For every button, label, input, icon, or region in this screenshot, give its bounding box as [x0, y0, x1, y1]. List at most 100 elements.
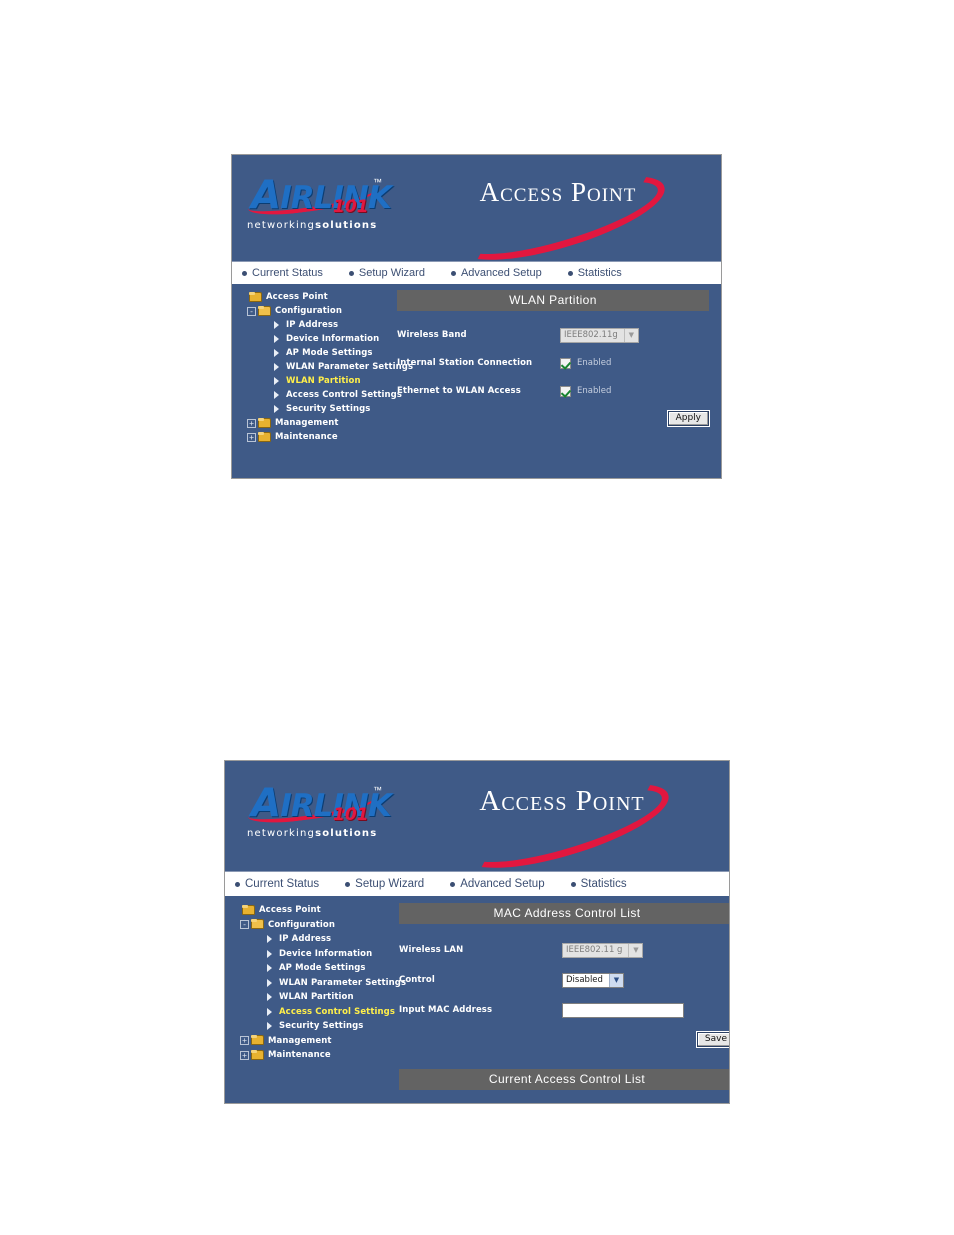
page-arrow-icon: [273, 390, 282, 400]
logo-text: AIRLINK: [251, 781, 392, 826]
ethernet-wlan-checkbox[interactable]: [560, 385, 571, 397]
nav-item-statistics[interactable]: Statistics: [570, 878, 627, 890]
form-row-input-mac: Input MAC Address: [399, 1002, 729, 1018]
nav-label: Setup Wizard: [355, 878, 425, 890]
sidebar-item-ip-address[interactable]: IP Address: [236, 318, 395, 332]
sidebar-item-wlan-partition[interactable]: WLAN Partition: [236, 374, 395, 388]
internal-station-checkbox-row: Enabled: [560, 357, 611, 369]
internal-station-checkbox[interactable]: [560, 357, 571, 369]
sidebar-item-wlan-partition[interactable]: WLAN Partition: [229, 990, 397, 1005]
airlink-logo: AIRLINK ™ 101 networkingsolutions: [245, 779, 407, 839]
collapse-icon[interactable]: -: [240, 920, 249, 930]
sidebar-item-wlan-parameter-settings[interactable]: WLAN Parameter Settings: [229, 976, 406, 991]
nav-item-current-status[interactable]: Current Status: [242, 267, 323, 279]
sidebar-item-ap-mode-settings[interactable]: AP Mode Settings: [229, 961, 397, 976]
nav-item-advanced-setup[interactable]: Advanced Setup: [450, 267, 542, 279]
acl-section-title: Current Access Control List: [399, 1069, 729, 1090]
bullet-icon: [242, 270, 247, 276]
trademark-icon: ™: [373, 177, 382, 187]
sidebar-item-label: WLAN Partition: [286, 376, 361, 386]
current-access-control-list: Current Access Control List MAC Address …: [399, 1069, 729, 1103]
ethernet-wlan-label: Ethernet to WLAN Access: [397, 386, 521, 396]
folder-open-icon: [258, 305, 271, 317]
nav-label: Current Status: [245, 878, 320, 890]
sidebar-item-security-settings[interactable]: Security Settings: [236, 402, 395, 416]
sidebar-item-ap-mode-settings[interactable]: AP Mode Settings: [236, 346, 395, 360]
control-label: Control: [399, 975, 435, 985]
sidebar-item-maintenance[interactable]: + Maintenance: [229, 1048, 397, 1063]
sidebar-item-maintenance[interactable]: + Maintenance: [236, 430, 395, 444]
expand-icon[interactable]: +: [240, 1050, 249, 1060]
sidebar-item-label: Access Point: [259, 905, 321, 916]
bullet-icon: [348, 270, 354, 276]
logo-tagline: networkingsolutions: [247, 220, 407, 231]
nav-item-current-status[interactable]: Current Status: [235, 878, 319, 890]
trademark-icon: ™: [373, 785, 382, 795]
form-row-wireless-band: Wireless Band IEEE802.11g ▼: [397, 327, 709, 343]
sidebar-item-label: AP Mode Settings: [279, 963, 366, 974]
nav-item-advanced-setup[interactable]: Advanced Setup: [450, 878, 545, 890]
sidebar-item-label: Security Settings: [279, 1021, 364, 1032]
wireless-lan-label: Wireless LAN: [399, 945, 464, 955]
sidebar-item-configuration[interactable]: - Configuration: [236, 304, 395, 318]
nav-item-setup-wizard[interactable]: Setup Wizard: [348, 267, 425, 279]
nav-label: Statistics: [580, 878, 627, 890]
input-mac-address-field[interactable]: [562, 1002, 684, 1018]
chevron-down-icon: ▼: [628, 943, 643, 957]
wireless-band-field: IEEE802.11g ▼: [560, 327, 709, 343]
page-body: Access Point - Configuration IP Address Devi…: [225, 896, 729, 1103]
expand-icon[interactable]: +: [247, 432, 256, 442]
nav-label: Current Status: [252, 267, 323, 279]
folder-icon: [251, 1035, 264, 1046]
section-title: WLAN Partition: [397, 290, 709, 311]
bullet-icon: [450, 881, 456, 887]
page-arrow-icon: [266, 978, 275, 988]
sidebar-item-configuration[interactable]: - Configuration: [229, 918, 397, 933]
nav-label: Statistics: [577, 267, 622, 279]
sidebar-item-label: Management: [275, 418, 339, 428]
sidebar-item-label: Security Settings: [286, 404, 371, 414]
sidebar-item-security-settings[interactable]: Security Settings: [229, 1019, 397, 1034]
page-body: Access Point - Configuration IP Address Devi…: [232, 284, 721, 478]
collapse-icon[interactable]: -: [247, 306, 256, 316]
nav-item-statistics[interactable]: Statistics: [567, 267, 622, 279]
nav-label: Advanced Setup: [460, 267, 542, 279]
sidebar-item-access-control-settings[interactable]: Access Control Settings: [229, 1005, 397, 1020]
expand-icon[interactable]: +: [247, 418, 256, 428]
internal-station-field: Enabled: [560, 357, 709, 369]
wlan-partition-form: Wireless Band IEEE802.11g ▼ Internal Sta…: [397, 327, 711, 427]
sidebar-item-access-point[interactable]: Access Point: [236, 290, 395, 304]
tagline-bold: solutions: [315, 220, 378, 231]
sidebar-item-device-information[interactable]: Device Information: [229, 947, 397, 962]
sidebar-item-wlan-parameter-settings[interactable]: WLAN Parameter Settings: [236, 360, 413, 374]
sidebar-item-device-information[interactable]: Device Information: [236, 332, 395, 346]
expand-icon[interactable]: +: [240, 1036, 249, 1046]
wireless-lan-select[interactable]: IEEE802.11 g ▼: [562, 942, 644, 958]
control-field: Disabled ▼: [562, 972, 729, 988]
control-select[interactable]: Disabled ▼: [562, 972, 624, 988]
sidebar-item-ip-address[interactable]: IP Address: [229, 932, 397, 947]
mac-control-form: Wireless LAN IEEE802.11 g ▼ Control Disa…: [399, 942, 729, 1048]
internal-station-label: Internal Station Connection: [397, 358, 533, 368]
save-button[interactable]: Save: [695, 1031, 729, 1048]
sidebar-tree: Access Point - Configuration IP Address Devi…: [225, 896, 406, 1063]
nav-item-setup-wizard[interactable]: Setup Wizard: [345, 878, 424, 890]
section-title: MAC Address Control List: [399, 903, 729, 924]
sidebar-item-management[interactable]: + Management: [236, 416, 395, 430]
folder-icon: [242, 904, 255, 916]
wireless-band-select[interactable]: IEEE802.11g ▼: [560, 327, 639, 343]
page-arrow-icon: [273, 362, 282, 372]
airlink-logo: AIRLINK ™ 101 networkingsolutions: [245, 171, 407, 231]
folder-icon: [258, 431, 271, 443]
apply-button[interactable]: Apply: [666, 410, 711, 427]
sidebar-item-label: IP Address: [279, 934, 332, 945]
sidebar-item-management[interactable]: + Management: [229, 1034, 397, 1049]
sidebar-item-access-point[interactable]: Access Point: [229, 903, 397, 918]
sidebar-item-access-control-settings[interactable]: Access Control Settings: [236, 388, 402, 402]
page-arrow-icon: [273, 320, 282, 330]
